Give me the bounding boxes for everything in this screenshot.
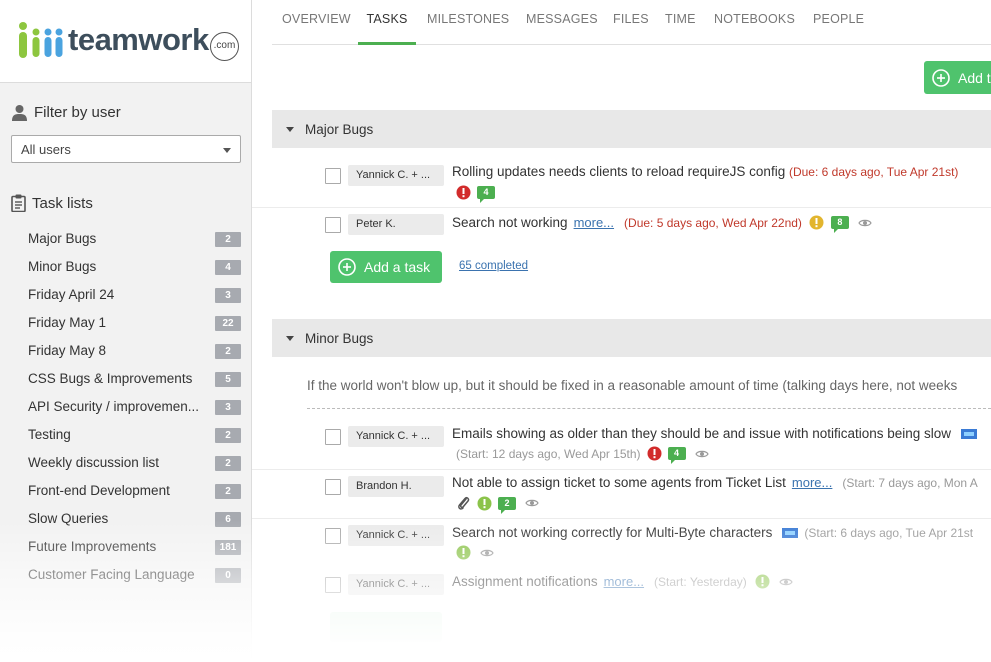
task-checkbox[interactable] xyxy=(325,429,341,445)
completed-tasks-link[interactable]: 65 completed xyxy=(459,260,528,272)
task-meta-line: 4 xyxy=(456,185,495,203)
priority-low-icon[interactable] xyxy=(477,496,492,511)
task-title[interactable]: Emails showing as older than they should… xyxy=(452,426,951,441)
priority-low-icon[interactable] xyxy=(755,574,770,589)
task-row: Yannick C. + ... Emails showing as older… xyxy=(252,423,991,469)
task-due: (Due: 6 days ago, Tue Apr 21st) xyxy=(788,165,959,179)
task-title[interactable]: Search not working xyxy=(452,215,568,230)
add-task-label: Add a task xyxy=(364,259,431,275)
task-title-line: Assignment notifications more... (Start:… xyxy=(452,574,793,589)
row-divider xyxy=(252,469,991,470)
task-checkbox[interactable] xyxy=(325,577,341,593)
task-checkbox[interactable] xyxy=(325,528,341,544)
description-divider xyxy=(307,408,991,409)
task-meta-line xyxy=(456,545,494,560)
task-assignee[interactable]: Yannick C. + ... xyxy=(348,426,444,447)
add-tasklist-button[interactable]: Add t xyxy=(924,61,991,94)
task-title-line: Not able to assign ticket to some agents… xyxy=(452,475,978,490)
flag-icon[interactable] xyxy=(961,428,978,440)
task-more-link[interactable]: more... xyxy=(574,215,614,230)
task-row: Yannick C. + ... Search not working corr… xyxy=(252,522,991,568)
task-checkbox[interactable] xyxy=(325,168,341,184)
plus-circle-icon xyxy=(932,68,950,87)
paperclip-icon[interactable] xyxy=(456,495,470,511)
tasklist-header-major[interactable]: Major Bugs xyxy=(272,110,991,148)
tasklist-title: Major Bugs xyxy=(305,121,374,137)
eye-icon[interactable] xyxy=(694,449,709,459)
task-row: Yannick C. + ... Assignment notification… xyxy=(252,572,991,598)
comment-icon[interactable]: 4 xyxy=(667,447,686,464)
task-meta-line: (Start: 12 days ago, Wed Apr 15th) 4 xyxy=(456,446,709,464)
collapse-icon[interactable] xyxy=(286,126,294,132)
eye-icon[interactable] xyxy=(525,498,539,508)
add-task-button[interactable]: Add a task xyxy=(330,251,442,283)
task-title[interactable]: Search not working correctly for Multi-B… xyxy=(452,525,772,540)
task-assignee[interactable]: Yannick C. + ... xyxy=(348,574,444,595)
task-title[interactable]: Not able to assign ticket to some agents… xyxy=(452,475,786,490)
priority-medium-icon[interactable] xyxy=(809,215,824,230)
plus-circle-icon xyxy=(338,258,356,276)
tasklist-description: If the world won't blow up, but it shoul… xyxy=(307,378,958,393)
row-divider xyxy=(252,518,991,519)
task-checkbox[interactable] xyxy=(325,479,341,495)
task-title[interactable]: Rolling updates needs clients to reload … xyxy=(452,164,785,179)
task-title-line: Emails showing as older than they should… xyxy=(452,426,978,441)
collapse-icon[interactable] xyxy=(286,335,294,341)
priority-high-icon[interactable] xyxy=(456,185,471,200)
task-meta-line: 2 xyxy=(456,495,539,514)
task-checkbox[interactable] xyxy=(325,217,341,233)
task-start: (Start: 12 days ago, Wed Apr 15th) xyxy=(456,446,641,461)
tasklist-header-minor[interactable]: Minor Bugs xyxy=(272,319,991,357)
task-title-line: Search not working correctly for Multi-B… xyxy=(452,525,973,540)
comment-icon[interactable]: 8 xyxy=(830,216,849,233)
row-divider xyxy=(252,207,991,208)
task-row: Brandon H. Not able to assign ticket to … xyxy=(252,473,991,519)
eye-icon[interactable] xyxy=(858,218,872,228)
priority-high-icon[interactable] xyxy=(647,446,662,461)
task-assignee[interactable]: Yannick C. + ... xyxy=(348,525,444,546)
task-title-line: Rolling updates needs clients to reload … xyxy=(452,164,958,179)
task-assignee[interactable]: Peter K. xyxy=(348,214,444,235)
task-assignee[interactable]: Yannick C. + ... xyxy=(348,165,444,186)
task-row: Peter K. Search not working more... (Due… xyxy=(252,212,991,240)
task-title[interactable]: Assignment notifications xyxy=(452,574,598,589)
task-row: Yannick C. + ... Rolling updates needs c… xyxy=(252,160,991,206)
tasklist-title: Minor Bugs xyxy=(305,330,374,346)
task-start: (Start: Yesterday) xyxy=(654,574,747,589)
task-due: (Due: 5 days ago, Wed Apr 22nd) xyxy=(624,215,802,230)
priority-low-icon[interactable] xyxy=(456,545,471,560)
comment-icon[interactable]: 2 xyxy=(498,496,516,514)
eye-icon[interactable] xyxy=(779,577,793,587)
task-assignee[interactable]: Brandon H. xyxy=(348,476,444,497)
task-more-link[interactable]: more... xyxy=(604,574,644,589)
eye-icon[interactable] xyxy=(480,548,494,558)
task-start: (Start: 6 days ago, Tue Apr 21st xyxy=(804,525,974,540)
flag-icon[interactable] xyxy=(782,527,799,539)
task-title-line: Search not working more... (Due: 5 days … xyxy=(452,215,872,233)
add-task-button-faded[interactable] xyxy=(330,612,442,642)
task-more-link[interactable]: more... xyxy=(792,475,832,490)
task-start: (Start: 7 days ago, Mon A xyxy=(842,475,978,490)
comment-icon[interactable]: 4 xyxy=(477,186,495,203)
add-tasklist-label: Add t xyxy=(958,69,991,86)
